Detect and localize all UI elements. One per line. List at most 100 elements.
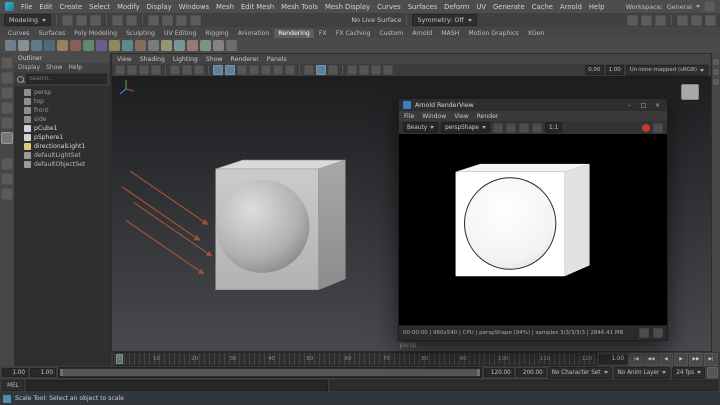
- viewport-menu-lighting[interactable]: Lighting: [173, 56, 198, 63]
- shelf-icon[interactable]: [31, 40, 42, 51]
- menubar-item-select[interactable]: Select: [89, 3, 110, 11]
- textured-icon[interactable]: [237, 65, 247, 75]
- shelf-icon[interactable]: [226, 40, 237, 51]
- outliner-search-input[interactable]: [26, 74, 107, 84]
- sidebar-attribute-editor-icon[interactable]: [677, 14, 688, 26]
- move-tool-icon[interactable]: [1, 102, 13, 114]
- attribute-editor-toggle-icon[interactable]: [713, 59, 719, 65]
- viewport-hud-button[interactable]: [681, 84, 699, 100]
- isolate-select-icon[interactable]: [304, 65, 314, 75]
- shelf-tab-surfaces[interactable]: Surfaces: [34, 29, 69, 38]
- menubar-item-arnold[interactable]: Arnold: [560, 3, 582, 11]
- pause-render-icon[interactable]: [505, 122, 516, 133]
- shelf-icon[interactable]: [161, 40, 172, 51]
- outliner-item-defaultobjectset[interactable]: defaultObjectSet: [14, 160, 110, 169]
- play-backwards-button[interactable]: ◀: [659, 352, 673, 366]
- image-plane-icon[interactable]: [170, 65, 180, 75]
- shelf-icon[interactable]: [70, 40, 81, 51]
- select-tool-icon[interactable]: [1, 57, 13, 69]
- shelf-tab-rendering[interactable]: Rendering: [274, 29, 314, 38]
- menubar-item-generate[interactable]: Generate: [493, 3, 525, 11]
- shelf-icon[interactable]: [122, 40, 133, 51]
- step-forward-button[interactable]: ▶▶: [689, 352, 703, 366]
- outliner-item-directionallight1[interactable]: directionalLight1: [14, 142, 110, 151]
- arnold-menu-file[interactable]: File: [404, 113, 414, 120]
- menuset-selector[interactable]: Modeling: [4, 14, 52, 26]
- grid-toggle-icon[interactable]: [347, 65, 357, 75]
- xray-icon[interactable]: [316, 65, 326, 75]
- outliner-menu-show[interactable]: Show: [46, 64, 62, 71]
- no-live-surface-label[interactable]: No Live Surface: [351, 16, 401, 24]
- shaded-icon[interactable]: [225, 65, 235, 75]
- animation-end-field[interactable]: 200.00: [515, 368, 546, 377]
- shelf-icon[interactable]: [187, 40, 198, 51]
- paint-select-tool-icon[interactable]: [1, 87, 13, 99]
- shelf-icon[interactable]: [5, 40, 16, 51]
- bookmark-icon[interactable]: [151, 65, 161, 75]
- shelf-icon[interactable]: [213, 40, 224, 51]
- screen-space-ao-icon[interactable]: [273, 65, 283, 75]
- viewport-menu-renderer[interactable]: Renderer: [231, 56, 259, 63]
- outliner-item-side[interactable]: side: [14, 115, 110, 124]
- viewport-menu-view[interactable]: View: [117, 56, 132, 63]
- layout-four-pane-icon[interactable]: [1, 173, 13, 185]
- open-scene-icon[interactable]: [76, 14, 88, 26]
- channel-box-toggle-icon[interactable]: [713, 79, 719, 85]
- gate-mask-icon[interactable]: [383, 65, 393, 75]
- menubar-item-display[interactable]: Display: [147, 3, 172, 11]
- shelf-icon[interactable]: [174, 40, 185, 51]
- menubar-item-modify[interactable]: Modify: [117, 3, 140, 11]
- shelf-icon[interactable]: [44, 40, 55, 51]
- wireframe-icon[interactable]: [213, 65, 223, 75]
- viewport-menu-show[interactable]: Show: [206, 56, 223, 63]
- menubar-item-deform[interactable]: Deform: [444, 3, 469, 11]
- go-to-end-button[interactable]: ▶|: [704, 352, 718, 366]
- snap-to-point-icon[interactable]: [176, 14, 188, 26]
- workspace-settings-icon[interactable]: [704, 1, 715, 12]
- new-scene-icon[interactable]: [62, 14, 74, 26]
- close-button[interactable]: ×: [652, 101, 663, 110]
- symmetry-selector[interactable]: Symmetry: Off: [412, 14, 477, 26]
- playback-end-field[interactable]: 120.00: [483, 368, 514, 377]
- arnold-render-canvas[interactable]: [399, 134, 667, 325]
- rotate-tool-icon[interactable]: [1, 117, 13, 129]
- menubar-item-create[interactable]: Create: [60, 3, 83, 11]
- outliner-item-pcube1[interactable]: pCube1: [14, 124, 110, 133]
- current-frame-field[interactable]: 1.00: [599, 354, 627, 364]
- display-settings-icon[interactable]: [653, 328, 663, 338]
- range-slider-handle[interactable]: [60, 369, 480, 376]
- shelf-tab-motion-graphics[interactable]: Motion Graphics: [464, 29, 522, 38]
- render-settings-icon[interactable]: [655, 14, 666, 26]
- refresh-render-icon[interactable]: [518, 122, 529, 133]
- command-language-toggle[interactable]: MEL: [2, 380, 24, 391]
- menubar-item-surfaces[interactable]: Surfaces: [408, 3, 437, 11]
- outliner-item-persp[interactable]: persp: [14, 88, 110, 97]
- tool-settings-toggle-icon[interactable]: [713, 69, 719, 75]
- snap-to-curve-icon[interactable]: [162, 14, 174, 26]
- menubar-item-curves[interactable]: Curves: [377, 3, 401, 11]
- shelf-icon[interactable]: [57, 40, 68, 51]
- auto-keyframe-toggle-icon[interactable]: [707, 367, 718, 378]
- step-back-button[interactable]: ◀◀: [644, 352, 658, 366]
- arnold-menu-window[interactable]: Window: [422, 113, 446, 120]
- aov-selector[interactable]: Beauty: [403, 122, 439, 133]
- minimize-button[interactable]: –: [624, 101, 635, 110]
- menubar-item-uv[interactable]: UV: [476, 3, 486, 11]
- menubar-item-mesh-tools[interactable]: Mesh Tools: [281, 3, 318, 11]
- outliner-menu-display[interactable]: Display: [18, 64, 40, 71]
- shelf-icon[interactable]: [96, 40, 107, 51]
- save-image-icon[interactable]: [639, 328, 649, 338]
- film-gate-icon[interactable]: [359, 65, 369, 75]
- viewport-menu-panels[interactable]: Panels: [267, 56, 287, 63]
- menubar-item-mesh-display[interactable]: Mesh Display: [325, 3, 370, 11]
- arnold-menu-view[interactable]: View: [454, 113, 468, 120]
- layout-single-pane-icon[interactable]: [1, 158, 13, 170]
- arnold-menu-render[interactable]: Render: [477, 113, 499, 120]
- lock-camera-icon[interactable]: [127, 65, 137, 75]
- shelf-tab-xgen[interactable]: XGen: [524, 29, 549, 38]
- shadows-icon[interactable]: [261, 65, 271, 75]
- time-slider-track[interactable]: 1 10 20 30 40 50 60 70 80 90 100 110 120: [113, 352, 597, 366]
- zoom-1-1-button[interactable]: 1:1: [544, 122, 563, 133]
- exposure-field[interactable]: 0.00: [585, 65, 604, 75]
- shelf-tab-fx-caching[interactable]: FX Caching: [332, 29, 375, 38]
